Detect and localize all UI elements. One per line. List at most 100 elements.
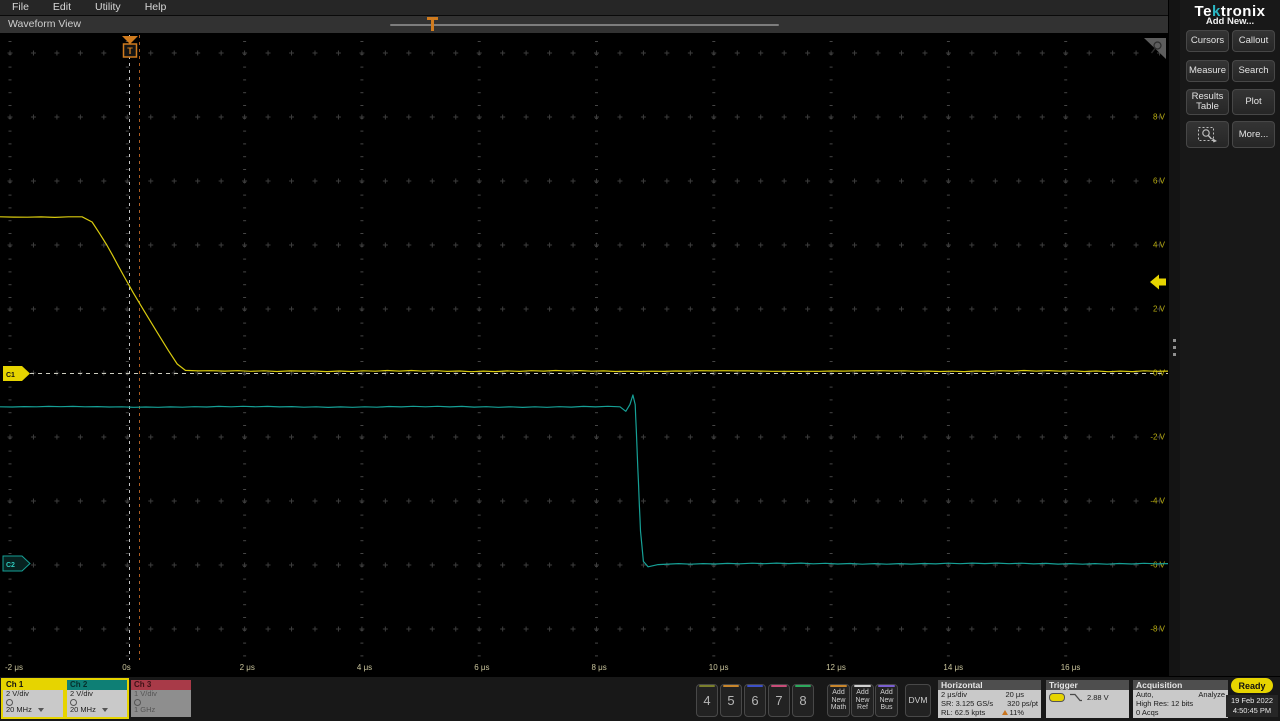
time-axis-label: 0s (122, 663, 130, 672)
graticule-tick (689, 178, 691, 184)
graticule-dot (360, 655, 364, 657)
graticule-dot (829, 79, 833, 81)
graticule-dot (946, 233, 950, 234)
graticule-dot (595, 553, 598, 554)
trigger-marker-arrow[interactable] (122, 36, 138, 44)
graticule-tick (783, 498, 785, 504)
graticule-tick (924, 498, 926, 504)
graticule-dot (125, 450, 129, 452)
graticule-tick (220, 562, 222, 568)
graticule-dot (243, 386, 247, 388)
graticule-dot (360, 105, 364, 106)
horizontal-panel[interactable]: Horizontal 2 μs/div 20 μs SR: 3.125 GS/s 3… (938, 680, 1041, 718)
ch1-trace (0, 216, 1168, 373)
graticule-tick (971, 50, 973, 56)
graticule-tick (572, 498, 574, 504)
channel-badge-ch2[interactable]: Ch 2 2 V/div 20 MHz (65, 678, 129, 719)
graticule-dot (8, 130, 12, 132)
search-button[interactable]: Search (1232, 60, 1275, 82)
graticule-dot (946, 258, 950, 260)
graticule-tick (150, 626, 152, 632)
graticule-dot (595, 578, 598, 580)
channel-7-button[interactable]: 7 (768, 684, 790, 717)
add-new-ref-button[interactable]: Add New Ref (851, 684, 874, 717)
graticule-tick (1088, 114, 1090, 120)
graticule-dot (125, 591, 129, 593)
channel-8-button[interactable]: 8 (792, 684, 814, 717)
graticule-tick (173, 562, 175, 568)
more-button[interactable]: More... (1232, 121, 1275, 148)
graticule-tick (314, 498, 316, 504)
graticule-tick (384, 562, 386, 568)
graticule-dot (1064, 540, 1068, 542)
graticule-dot (829, 578, 833, 580)
channel-4-button[interactable]: 4 (696, 684, 718, 717)
graticule-tick (220, 114, 222, 120)
graticule-tick (9, 178, 11, 184)
graticule-tick (361, 306, 363, 312)
graticule-dot (946, 143, 950, 145)
graticule-dot (8, 655, 12, 657)
graticule-tick (502, 434, 504, 440)
graticule-tick (220, 434, 222, 440)
graticule-dot (829, 348, 833, 350)
results-table-button[interactable]: Results Table (1186, 89, 1229, 115)
graticule-tick (830, 242, 832, 248)
graticule-dot (360, 489, 364, 490)
graticule-tick (56, 434, 58, 440)
channel-5-button[interactable]: 5 (720, 684, 742, 717)
menu-edit[interactable]: Edit (41, 0, 83, 15)
menu-file[interactable]: File (0, 0, 41, 15)
callout-button[interactable]: Callout (1232, 30, 1275, 52)
graticule-dot (946, 399, 950, 401)
add-new-bus-button[interactable]: Add New Bus (875, 684, 898, 717)
graticule-dot (829, 425, 833, 426)
graticule-dot (946, 348, 950, 350)
measure-button[interactable]: Measure (1186, 60, 1229, 82)
graticule-tick (1088, 434, 1090, 440)
graticule-dot (477, 105, 481, 106)
cursors-button[interactable]: Cursors (1186, 30, 1229, 52)
graticule-dot (829, 412, 833, 414)
graticule-tick (431, 114, 433, 120)
graticule-tick (1135, 114, 1137, 120)
waveform-graticule[interactable]: 8 V 6 V 4 V 2 V 0 V -2 V -4 V -6 V -8 V -2 μs 0s 2 … (0, 33, 1168, 676)
ready-status-button[interactable]: Ready (1231, 678, 1273, 693)
acquisition-panel[interactable]: Acquisition Auto, Analyze High Res: 12 bi… (1133, 680, 1228, 718)
menu-utility[interactable]: Utility (83, 0, 133, 15)
graticule-dot (1064, 207, 1068, 209)
channel-badge-ch1[interactable]: Ch 1 2 V/div 20 MHz (1, 678, 65, 719)
graticule-dot (712, 489, 716, 490)
trigger-panel[interactable]: Trigger 2.88 V (1046, 680, 1129, 718)
dvm-button[interactable]: DVM (905, 684, 931, 717)
add-new-math-button[interactable]: Add New Math (827, 684, 850, 717)
graticule-tick (689, 434, 691, 440)
zoom-box-button[interactable] (1186, 121, 1229, 148)
graticule-tick (596, 498, 597, 504)
graticule-tick (689, 626, 691, 632)
graticule-dot (477, 617, 481, 618)
graticule-dot (946, 361, 950, 362)
channel-badge-ch3[interactable]: Ch 3 1 V/div 1 GHz (131, 680, 191, 717)
menu-help[interactable]: Help (133, 0, 179, 15)
graticule-tick (220, 242, 222, 248)
graticule-dot (712, 258, 716, 260)
graticule-tick (783, 50, 785, 56)
graticule-tick (736, 242, 738, 248)
trigger-source-badge (1049, 693, 1065, 702)
graticule-tick (572, 306, 574, 312)
graticule-tick (408, 50, 410, 56)
horizontal-pan-track[interactable] (390, 24, 779, 26)
trigger-level-arrow[interactable] (1150, 274, 1166, 290)
graticule-dot (360, 169, 364, 170)
channel-6-button[interactable]: 6 (744, 684, 766, 717)
graticule-dot (595, 258, 598, 260)
graticule-tick (947, 242, 949, 248)
graticule-dot (595, 322, 598, 324)
trigger-pan-handle[interactable] (427, 17, 438, 32)
graticule-dot (125, 220, 129, 222)
plot-button[interactable]: Plot (1232, 89, 1275, 115)
graticule-dot (243, 604, 247, 606)
graticule-tick (807, 626, 809, 632)
graticule-tick (549, 626, 551, 632)
